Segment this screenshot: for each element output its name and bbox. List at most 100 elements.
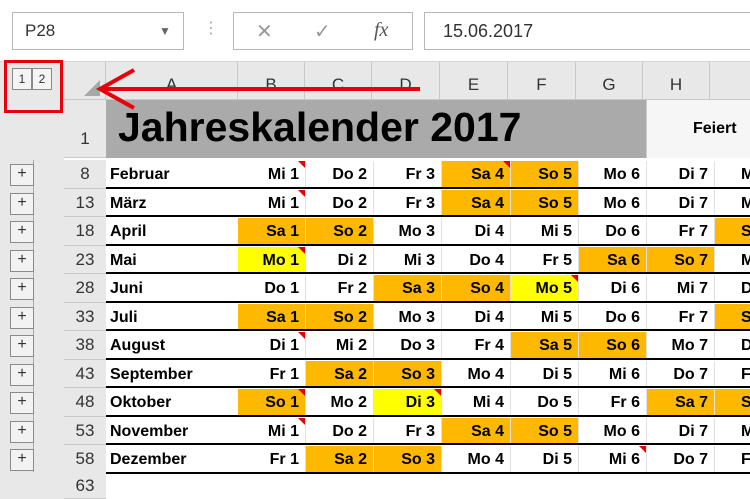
comment-indicator-icon[interactable] <box>298 246 305 254</box>
expand-group-icon[interactable]: + <box>10 449 34 471</box>
day-cell[interactable]: S <box>715 303 750 329</box>
day-cell[interactable]: Do 6 <box>579 303 647 329</box>
day-cell[interactable]: Di 4 <box>442 303 511 329</box>
day-cell[interactable]: D <box>715 332 750 358</box>
day-cell[interactable]: Fr 3 <box>374 161 442 187</box>
row-header[interactable]: 23 <box>64 245 106 274</box>
cancel-icon[interactable]: ✕ <box>256 19 273 44</box>
day-cell[interactable]: Mi 1 <box>238 189 306 215</box>
day-cell[interactable]: Mo 6 <box>579 189 647 215</box>
day-cell[interactable]: So 3 <box>374 446 442 472</box>
expand-group-icon[interactable]: + <box>10 249 34 272</box>
day-cell[interactable]: F <box>715 446 750 472</box>
day-cell[interactable]: Do 2 <box>306 189 374 215</box>
expand-group-icon[interactable]: + <box>10 278 34 300</box>
day-cell[interactable]: Mi 2 <box>306 332 374 358</box>
expand-group-icon[interactable]: + <box>10 221 34 243</box>
day-cell[interactable]: Mo 4 <box>442 446 511 472</box>
comment-indicator-icon[interactable] <box>571 275 578 282</box>
day-cell[interactable]: Sa 1 <box>238 303 306 329</box>
day-cell[interactable]: Do 7 <box>647 360 715 386</box>
day-cell[interactable]: Mo 5 <box>511 275 579 301</box>
month-cell[interactable]: November <box>106 417 238 446</box>
expand-group-icon[interactable]: + <box>10 420 34 443</box>
row-header[interactable]: 13 <box>64 188 106 217</box>
day-cell[interactable]: Sa 7 <box>647 389 715 415</box>
enter-icon[interactable]: ✓ <box>314 19 331 44</box>
day-cell[interactable]: Do 2 <box>306 417 374 443</box>
day-cell[interactable]: Fr 1 <box>238 446 306 472</box>
day-cell[interactable]: Fr 3 <box>374 417 442 443</box>
day-cell[interactable]: Mo 6 <box>579 161 647 187</box>
day-cell[interactable]: So 1 <box>238 389 306 415</box>
day-cell[interactable]: Mo 3 <box>374 218 442 244</box>
day-cell[interactable]: Mo 7 <box>647 332 715 358</box>
day-cell[interactable]: Sa 4 <box>442 417 511 443</box>
expand-group-icon[interactable]: + <box>10 363 34 386</box>
month-cell[interactable]: September <box>106 360 238 389</box>
day-cell[interactable]: So 6 <box>579 332 647 358</box>
day-cell[interactable]: Mi 6 <box>579 446 647 472</box>
day-cell[interactable]: Sa 4 <box>442 161 511 187</box>
day-cell[interactable]: Sa 3 <box>374 275 442 301</box>
month-cell[interactable]: Dezember <box>106 445 238 474</box>
day-cell[interactable]: Sa 4 <box>442 189 511 215</box>
day-cell[interactable]: M <box>715 190 750 216</box>
expand-group-icon[interactable]: + <box>10 164 34 186</box>
day-cell[interactable]: Mi 6 <box>579 360 647 386</box>
day-cell[interactable]: D <box>715 275 750 301</box>
day-cell[interactable]: Fr 7 <box>647 303 715 329</box>
day-cell[interactable]: So 7 <box>647 246 715 272</box>
expand-group-icon[interactable]: + <box>10 335 34 357</box>
day-cell[interactable]: Do 7 <box>647 446 715 472</box>
day-cell[interactable]: Di 4 <box>442 218 511 244</box>
feiertage-cell[interactable]: Feiert <box>646 100 750 158</box>
row-header[interactable]: 58 <box>64 445 106 474</box>
day-cell[interactable]: Sa 1 <box>238 218 306 244</box>
month-cell[interactable]: Juli <box>106 303 238 332</box>
day-cell[interactable]: Di 7 <box>647 161 715 187</box>
chevron-down-icon[interactable]: ▼ <box>159 24 171 38</box>
comment-indicator-icon[interactable] <box>503 161 510 168</box>
day-cell[interactable]: Fr 6 <box>579 389 647 415</box>
day-cell[interactable]: Mo 2 <box>306 389 374 415</box>
day-cell[interactable]: So 2 <box>306 303 374 329</box>
day-cell[interactable]: Mi 1 <box>238 417 306 443</box>
column-header-f[interactable]: F <box>508 62 576 100</box>
day-cell[interactable]: Di 2 <box>306 246 374 272</box>
comment-indicator-icon[interactable] <box>298 417 305 425</box>
month-cell[interactable]: Mai <box>106 246 238 275</box>
day-cell[interactable]: Mo 1 <box>238 246 306 272</box>
day-cell[interactable]: Do 4 <box>442 246 511 272</box>
day-cell[interactable]: Di 7 <box>647 189 715 215</box>
day-cell[interactable]: So 5 <box>511 161 579 187</box>
day-cell[interactable]: Fr 1 <box>238 360 306 386</box>
day-cell[interactable]: So 5 <box>511 189 579 215</box>
day-cell[interactable]: Mi 5 <box>511 218 579 244</box>
row-header[interactable]: 18 <box>64 217 106 246</box>
row-header[interactable]: 8 <box>64 160 106 189</box>
day-cell[interactable]: Mo 4 <box>442 360 511 386</box>
insert-function-icon[interactable]: fx <box>374 19 388 42</box>
day-cell[interactable]: Mo 3 <box>374 303 442 329</box>
row-header[interactable]: 53 <box>64 416 106 445</box>
comment-indicator-icon[interactable] <box>639 446 646 453</box>
day-cell[interactable]: So 2 <box>306 218 374 244</box>
column-header-h[interactable]: H <box>643 62 710 100</box>
day-cell[interactable]: Fr 5 <box>511 246 579 272</box>
day-cell[interactable]: S <box>715 218 750 244</box>
day-cell[interactable]: Mi 1 <box>238 161 306 187</box>
day-cell[interactable]: Fr 2 <box>306 275 374 301</box>
day-cell[interactable]: Mi 3 <box>374 246 442 272</box>
day-cell[interactable]: Mi 4 <box>442 389 511 415</box>
month-cell[interactable]: März <box>106 189 238 218</box>
row-header[interactable]: 38 <box>64 331 106 360</box>
drag-handle-icon[interactable]: ⋮ <box>203 18 219 38</box>
day-cell[interactable]: Do 6 <box>579 218 647 244</box>
day-cell[interactable]: M <box>715 247 750 273</box>
day-cell[interactable]: So 3 <box>374 360 442 386</box>
day-cell[interactable]: F <box>715 361 750 387</box>
month-cell[interactable]: August <box>106 331 238 360</box>
month-cell[interactable]: Februar <box>106 160 238 189</box>
day-cell[interactable]: S <box>715 389 750 415</box>
